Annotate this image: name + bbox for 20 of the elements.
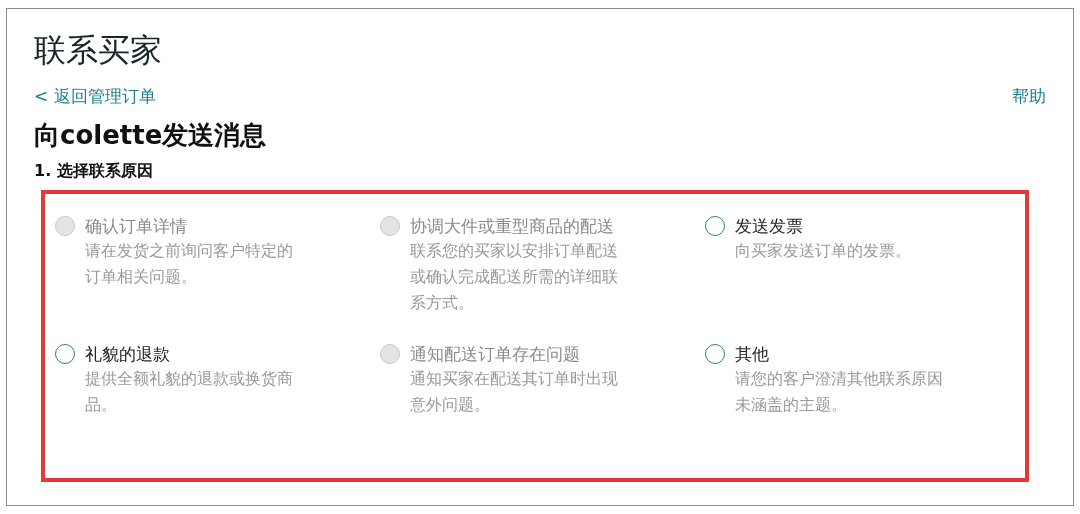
reason-label: 协调大件或重型商品的配送 <box>410 215 615 238</box>
reason-description: 请在发货之前询问客户特定的订单相关问题。 <box>85 240 294 288</box>
reason-label: 通知配送订单存在问题 <box>410 343 581 366</box>
reason-label: 发送发票 <box>735 215 804 238</box>
reason-label: 其他 <box>735 343 770 366</box>
reason-description: 联系您的买家以安排订单配送或确认完成配送所需的详细联系方式。 <box>410 240 619 314</box>
reason-description: 向买家发送订单的发票。 <box>735 240 912 262</box>
radio-button[interactable] <box>55 344 75 364</box>
reason-description: 提供全额礼貌的退款或换货商品。 <box>85 368 294 416</box>
reason-description: 请您的客户澄清其他联系原因未涵盖的主题。 <box>735 368 944 416</box>
step-label: 1. 选择联系原因 <box>34 161 154 182</box>
back-link[interactable]: < 返回管理订单 <box>34 85 156 108</box>
message-heading: 向colette发送消息 <box>34 119 268 152</box>
help-link[interactable]: 帮助 <box>1012 85 1046 108</box>
reason-label: 确认订单详情 <box>85 215 188 238</box>
radio-button[interactable] <box>705 344 725 364</box>
reason-description: 通知买家在配送其订单时出现意外问题。 <box>410 368 619 416</box>
reason-label: 礼貌的退款 <box>85 343 171 366</box>
radio-button[interactable] <box>705 216 725 236</box>
page-title: 联系买家 <box>34 31 163 69</box>
